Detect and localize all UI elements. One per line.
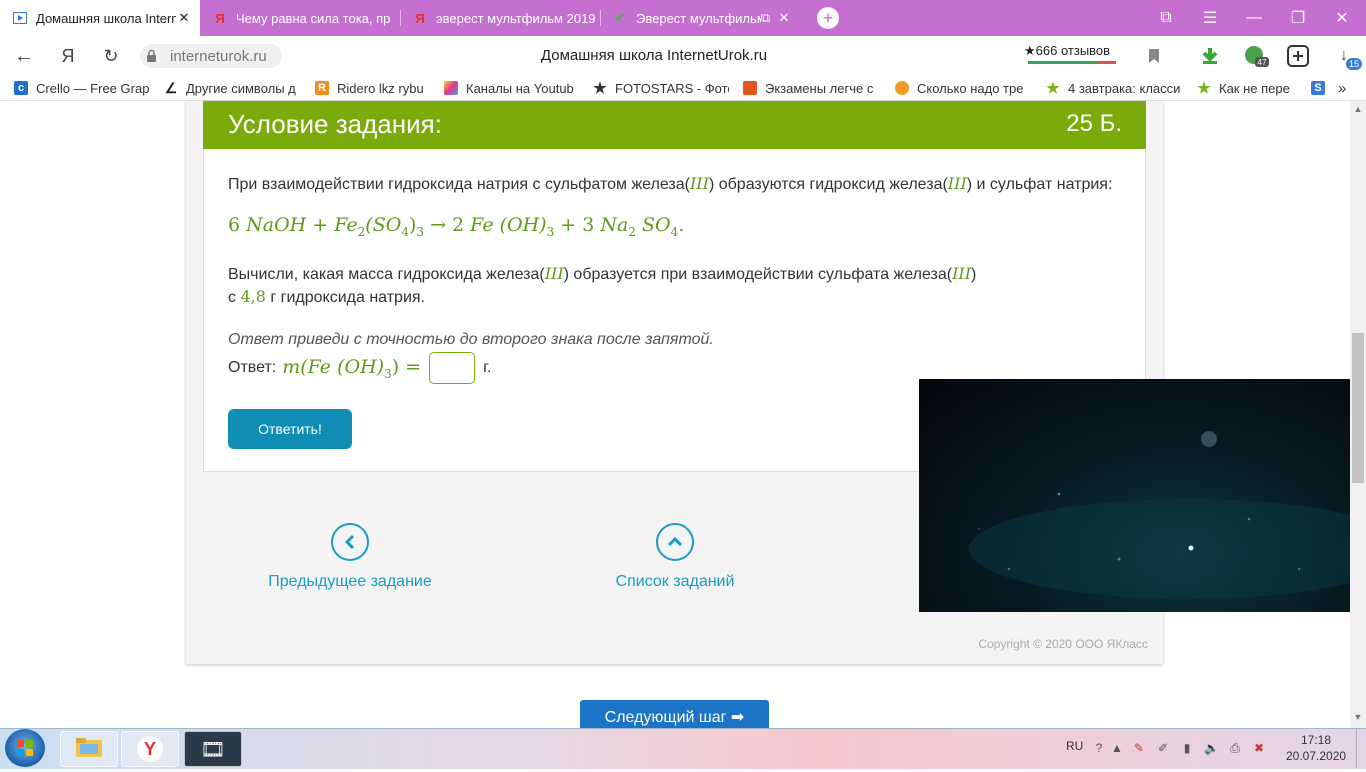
video-play-icon — [12, 10, 28, 26]
clock-time[interactable]: 17:18 — [1286, 733, 1346, 747]
fox-icon — [743, 81, 757, 95]
submit-answer-button[interactable]: Ответить! — [228, 409, 352, 449]
plus-icon: + — [817, 7, 839, 29]
folder-icon — [75, 736, 103, 763]
messenger-icon[interactable] — [1284, 42, 1312, 70]
volume-icon[interactable]: 🔈 — [1204, 741, 1219, 755]
scroll-down-icon[interactable]: ▼ — [1352, 712, 1364, 722]
minimize-icon[interactable]: — — [1234, 0, 1274, 36]
bookmark-zavtraka[interactable]: ★ 4 завтрака: класси — [1046, 76, 1182, 100]
answer-unit: г. — [483, 359, 492, 376]
video-player[interactable] — [919, 379, 1353, 612]
prev-task-link[interactable]: Предыдущее задание — [250, 523, 450, 591]
star-icon: ★ — [593, 80, 607, 97]
answer-label: Ответ: — [228, 359, 277, 376]
ridero-icon: R — [315, 81, 329, 95]
tabs-overview-icon[interactable]: ⧉ — [1146, 0, 1186, 36]
tab-title: Домашняя школа InternetUrok.ru — [36, 10, 176, 26]
new-tab-button[interactable]: + — [808, 0, 848, 36]
precision-hint: Ответ приведи с точностью до второго зна… — [228, 331, 714, 348]
video-app-taskbar-button[interactable]: 🎞 — [184, 731, 242, 767]
task-question: Вычисли, какая масса гидроксида железа(I… — [228, 264, 977, 306]
tab-sila-toka[interactable]: Я Чему равна сила тока, пр — [200, 0, 400, 36]
reaction-equation: 6 NaOH + Fe2(SO4)3 → 2 Fe (OH)3 + 3 Na2 … — [228, 214, 685, 239]
bookmark-s[interactable]: S — [1311, 76, 1327, 100]
answer-input[interactable] — [429, 352, 476, 384]
yandex-icon: Я — [215, 10, 225, 26]
bookmark-exams[interactable]: Экзамены легче с — [743, 76, 877, 100]
show-hidden-icons[interactable]: ▲ — [1110, 741, 1124, 755]
more-bookmarks-icon[interactable]: » — [1338, 76, 1354, 100]
tab-everest-search[interactable]: Я эверест мультфильм 2019 — [400, 0, 600, 36]
help-icon[interactable]: ? — [1092, 741, 1106, 755]
tab-active[interactable]: Домашняя школа InternetUrok.ru ✕ — [0, 0, 200, 36]
reviews-badge[interactable]: ★666 отзывов — [1024, 43, 1110, 59]
menu-icon[interactable]: ☰ — [1190, 0, 1230, 36]
bookmark-crello[interactable]: c Crello — Free Grap — [14, 76, 149, 100]
network-icon[interactable]: ▮ — [1180, 741, 1194, 755]
security-icon[interactable]: ✎ — [1132, 741, 1146, 755]
device-icon[interactable]: ⎙ — [1228, 741, 1242, 755]
chevron-left-icon — [331, 523, 369, 561]
pen-icon: ∠ — [164, 79, 178, 96]
bookmark-kak-ne[interactable]: ★ Как не пере — [1197, 76, 1297, 100]
star-green-icon: ★ — [1197, 80, 1211, 97]
pen-tool-icon[interactable]: ✐ — [1156, 741, 1170, 755]
explorer-taskbar-button[interactable] — [60, 731, 118, 767]
channels-icon — [444, 81, 458, 95]
film-icon: 🎞 — [200, 738, 226, 761]
svg-text:47: 47 — [1258, 58, 1267, 67]
yandex-icon: Я — [415, 10, 425, 26]
download-green-icon[interactable] — [1196, 42, 1224, 70]
downloads-badge: 15 — [1345, 58, 1362, 70]
task-title: Условие задания: — [228, 109, 442, 139]
video-frame — [969, 431, 1353, 599]
bookmark-youtube[interactable]: Каналы на Youtub — [444, 76, 578, 100]
peach-icon — [895, 81, 909, 95]
task-list-link[interactable]: Список заданий — [575, 523, 775, 591]
tab-title: эверест мультфильм 2019 — [436, 10, 596, 26]
bookmark-symbols[interactable]: ∠ Другие символы д — [164, 76, 300, 100]
tab-everest-film[interactable]: ✔ Эверест мультфильм ⧉ ✕ — [600, 0, 800, 36]
checkmark-icon: ✔ — [614, 10, 626, 25]
tab-title: Чему равна сила тока, пр — [236, 10, 391, 26]
yandex-browser-icon: Y — [137, 736, 163, 762]
close-icon[interactable]: ✕ — [776, 10, 792, 26]
yandex-browser-taskbar-button[interactable]: Y — [121, 731, 179, 767]
bookmark-icon[interactable] — [1140, 42, 1168, 70]
downloads-icon[interactable]: ↓ 15 — [1330, 42, 1362, 70]
picture-in-picture-icon[interactable]: ⧉ — [761, 10, 770, 26]
crello-icon: c — [14, 81, 28, 95]
tab-title: Эверест мультфильм — [636, 10, 761, 26]
close-icon[interactable]: ✕ — [176, 10, 192, 26]
scroll-up-icon[interactable]: ▲ — [1352, 104, 1364, 114]
clock-date[interactable]: 20.07.2020 — [1286, 749, 1346, 763]
bookmark-fotostars[interactable]: ★ FOTOSTARS - Фото — [593, 76, 729, 100]
copyright: Copyright © 2020 ООО ЯКласс — [978, 637, 1148, 651]
rating-bar — [1028, 61, 1116, 64]
task-statement: При взаимодействии гидроксида натрия с с… — [228, 174, 1113, 193]
chevron-up-icon — [656, 523, 694, 561]
extension-icon[interactable]: 47 — [1242, 42, 1270, 70]
answer-row: Ответ: m(Fe (OH)3) = г. — [228, 352, 491, 384]
start-button[interactable] — [5, 729, 45, 767]
scrollbar-thumb[interactable] — [1352, 333, 1364, 483]
show-desktop-button[interactable] — [1356, 729, 1366, 768]
s-icon: S — [1311, 81, 1325, 95]
restore-icon[interactable]: ❐ — [1278, 0, 1318, 36]
language-indicator[interactable]: RU — [1066, 739, 1083, 753]
task-points: 25 Б. — [1066, 110, 1122, 137]
bookmark-skolko[interactable]: Сколько надо тре — [895, 76, 1031, 100]
star-green-icon: ★ — [1046, 80, 1060, 97]
answer-expression: m(Fe (OH)3) = — [282, 355, 422, 381]
battery-icon[interactable]: ✖ — [1252, 741, 1266, 755]
close-window-icon[interactable]: ✕ — [1322, 0, 1362, 36]
bookmark-ridero[interactable]: R Ridero lkz rybu — [315, 76, 432, 100]
